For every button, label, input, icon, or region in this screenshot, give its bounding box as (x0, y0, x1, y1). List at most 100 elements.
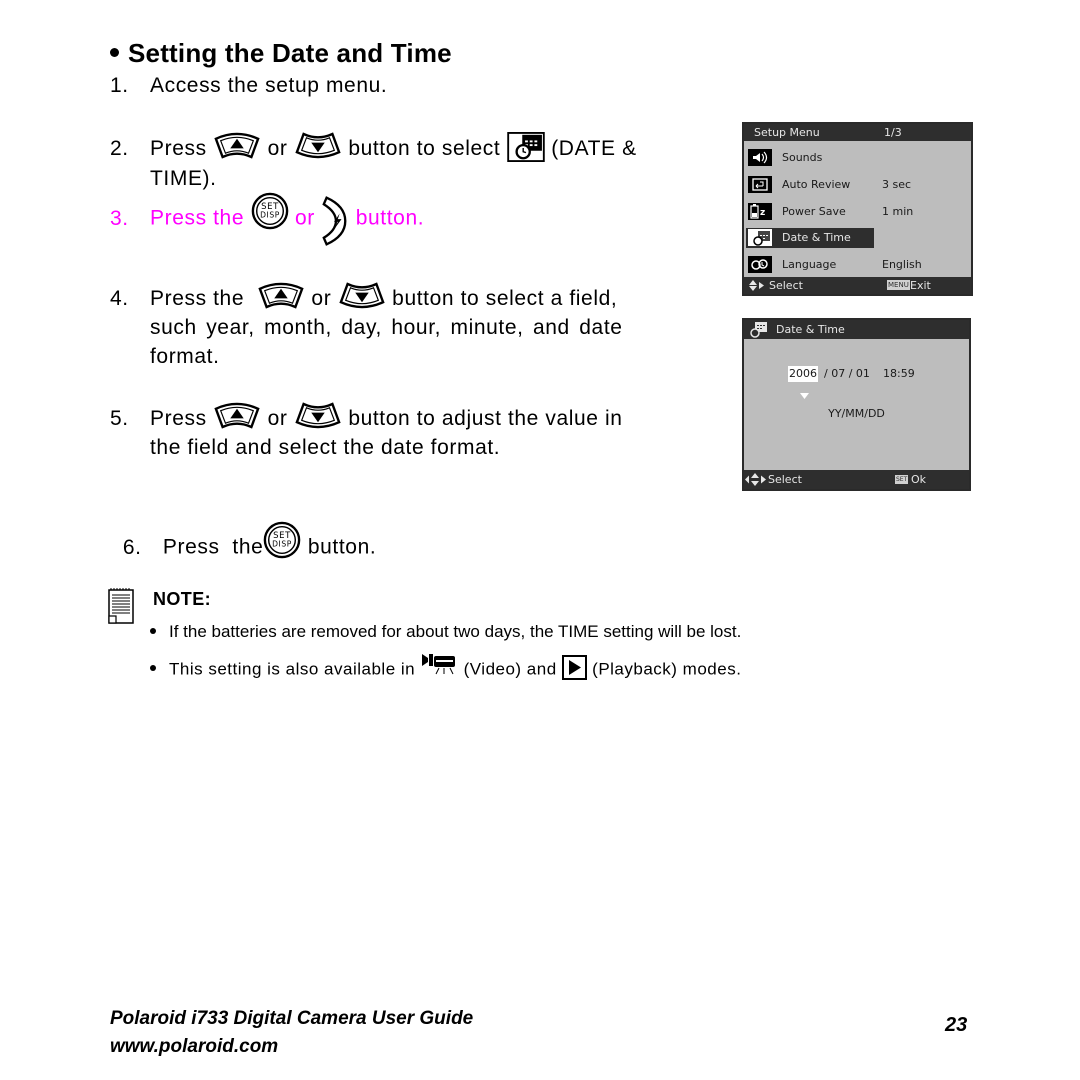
menu-item-value: 1 min (882, 205, 914, 218)
menu-item-value: 3 sec (882, 178, 912, 191)
step-text: Press the (150, 206, 245, 230)
menu-item-power-save[interactable]: z Power Save 1 min (746, 202, 969, 222)
date-time-header: Date & Time (744, 320, 969, 339)
menu-item-auto-review[interactable]: Auto Review 3 sec (746, 175, 969, 195)
setup-menu-page: 1/3 (884, 126, 902, 139)
page-number: 23 (945, 1014, 968, 1036)
date-time-icon (748, 229, 772, 246)
menu-item-label: Sounds (782, 151, 823, 164)
menu-item-label: Language (782, 258, 837, 271)
date-time-footer: Select SET Ok (744, 470, 969, 489)
note-title: NOTE: (153, 589, 211, 609)
step-text: (DATE & (551, 137, 637, 160)
menu-key-icon: MENU (887, 280, 910, 290)
step-text: Press (150, 407, 207, 430)
step-4-continued-2: format. (150, 342, 220, 371)
up-arrow-button-icon (257, 281, 305, 310)
step-text: button to select a field, (392, 287, 618, 310)
video-mode-icon (420, 651, 458, 679)
menu-item-label: Power Save (782, 205, 846, 218)
date-time-title: Date & Time (776, 323, 845, 336)
step-number: 5. (110, 407, 129, 430)
step-2-continued: TIME). (150, 164, 217, 193)
step-text: button to select (348, 137, 501, 160)
note-text: If the batteries are removed for about t… (169, 622, 742, 641)
menu-item-value: English (882, 258, 922, 271)
setup-menu-footer: Select MENU Exit (744, 277, 971, 294)
month-day-fields[interactable]: / 07 / 01 (824, 367, 870, 381)
step-number: 1. (110, 74, 129, 97)
year-field[interactable]: 2006 (788, 366, 818, 382)
step-text: format. (150, 345, 220, 368)
guide-title: Polaroid i733 Digital Camera User Guide (110, 1008, 474, 1029)
decrease-arrow-icon (800, 384, 809, 403)
step-2: 2. Press or button to select (DATE & (110, 134, 720, 164)
footer-select-label: Select (768, 473, 802, 486)
step-5-continued: the field and select the date format. (150, 433, 500, 462)
sound-icon (748, 149, 772, 166)
language-icon (748, 256, 772, 273)
step-5: 5. Press or button to adjust the value in (110, 404, 730, 434)
step-text: button. (355, 206, 425, 230)
step-text: TIME). (150, 167, 217, 190)
note-text: This setting is also available in (169, 659, 416, 679)
step-text: button to adjust the value in (348, 407, 623, 430)
step-text: the field and select the date format. (150, 436, 501, 459)
set-disp-button-icon (251, 192, 289, 230)
step-text: Press the (150, 287, 245, 310)
step-text: such year, month, day, hour, minute, and… (150, 316, 623, 339)
date-format-field[interactable]: YY/MM/DD (744, 407, 969, 420)
playback-mode-icon (561, 654, 587, 680)
step-4-continued: such year, month, day, hour, minute, and… (150, 313, 623, 342)
menu-item-date-time[interactable]: Date & Time (746, 228, 969, 248)
up-arrow-button-icon (213, 401, 261, 430)
step-number: 6. (122, 535, 142, 559)
time-field[interactable]: 18:59 (883, 367, 915, 381)
note-item: If the batteries are removed for about t… (150, 622, 741, 642)
auto-review-icon (748, 176, 772, 193)
note-item: This setting is also available in (Video… (150, 654, 742, 684)
up-arrow-button-icon (213, 131, 261, 160)
step-text: or (294, 206, 315, 230)
website-link[interactable]: www.polaroid.com (110, 1036, 278, 1058)
step-1: 1. Access the setup menu. (110, 71, 387, 100)
step-text: Press the (162, 535, 264, 559)
step-3: 3. Press the or button. (110, 192, 424, 246)
step-4: 4. Press the or button to select a field, (110, 284, 720, 314)
down-arrow-button-icon (294, 131, 342, 160)
step-text: Access the setup menu. (150, 74, 388, 97)
four-way-arrows-icon (745, 473, 767, 492)
step-number: 2. (110, 137, 129, 160)
footer-ok-label: Ok (911, 473, 927, 486)
step-text: or (267, 137, 288, 160)
down-arrow-button-icon (294, 401, 342, 430)
page-title: Setting the Date and Time (110, 38, 452, 69)
footer-select-label: Select (769, 279, 803, 292)
step-number: 3. (110, 206, 129, 230)
step-number: 4. (110, 287, 129, 310)
bullet (150, 627, 156, 634)
set-disp-button-icon (263, 521, 301, 559)
note-text: (Video) and (463, 659, 557, 679)
menu-item-label: Date & Time (782, 231, 851, 244)
date-time-screen: Date & Time 2006 / 07 / 01 18:59 YY/MM/D… (742, 318, 971, 491)
step-text: Press (150, 137, 207, 160)
notepad-icon (108, 588, 134, 629)
menu-item-language[interactable]: Language English (746, 255, 969, 275)
svg-text:z: z (760, 208, 765, 218)
setup-menu-screen: Setup Menu 1/3 Sounds Auto Review 3 sec … (742, 122, 973, 296)
step-text: button. (307, 535, 377, 559)
date-time-icon (749, 321, 769, 344)
setup-menu-header: Setup Menu 1/3 (744, 124, 971, 141)
step-text: or (311, 287, 332, 310)
note-text: (Playback) modes. (592, 659, 742, 679)
menu-item-sounds[interactable]: Sounds (746, 148, 969, 168)
bullet (150, 665, 156, 671)
footer-exit-label: Exit (910, 279, 931, 292)
title-bullet (110, 47, 119, 57)
power-save-icon: z (748, 203, 772, 220)
flash-right-button-icon (321, 194, 349, 248)
menu-item-label: Auto Review (782, 178, 851, 191)
updown-right-arrows-icon (748, 279, 766, 297)
step-text: or (267, 407, 288, 430)
